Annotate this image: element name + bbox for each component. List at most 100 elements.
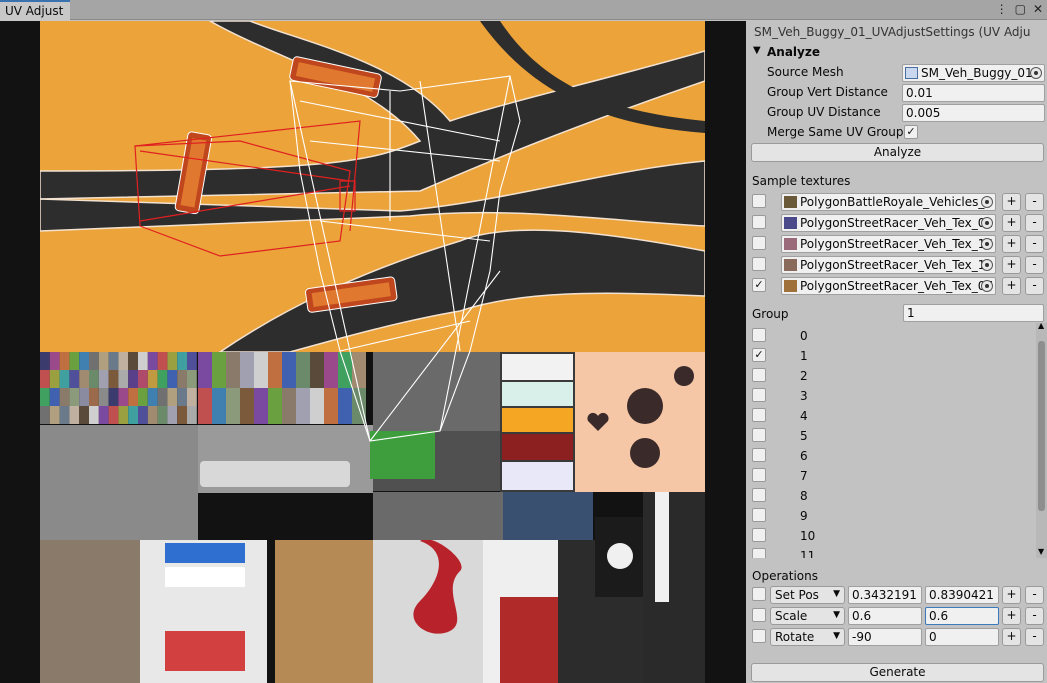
- add-texture-button[interactable]: +: [1002, 256, 1021, 274]
- sample-texture-name: PolygonStreetRacer_Veh_Tex_01: [800, 216, 994, 230]
- group-list-item[interactable]: 5: [748, 427, 1036, 447]
- sample-texture-checkbox[interactable]: [752, 257, 766, 271]
- operation-type-dropdown[interactable]: Scale ▼: [770, 607, 845, 625]
- operation-value-a-input[interactable]: -90: [848, 628, 922, 646]
- add-texture-button[interactable]: +: [1002, 235, 1021, 253]
- sample-texture-field[interactable]: PolygonStreetRacer_Veh_Tex_07: [781, 277, 996, 295]
- object-picker-icon[interactable]: [981, 238, 993, 250]
- group-checkbox[interactable]: [752, 548, 766, 558]
- group-vert-distance-input[interactable]: 0.01: [902, 84, 1045, 102]
- remove-operation-button[interactable]: -: [1025, 628, 1044, 646]
- group-list-scrollbar[interactable]: ▲ ▼: [1036, 321, 1047, 558]
- remove-texture-button[interactable]: -: [1025, 256, 1044, 274]
- group-list-item[interactable]: 11: [748, 547, 1036, 558]
- group-checkbox[interactable]: [752, 368, 766, 382]
- object-picker-icon[interactable]: [981, 196, 993, 208]
- group-list-item[interactable]: 0: [748, 327, 1036, 347]
- scrollbar-thumb[interactable]: [1038, 341, 1045, 511]
- object-picker-icon[interactable]: [1030, 67, 1042, 79]
- group-label: Group: [752, 307, 789, 321]
- add-texture-button[interactable]: +: [1002, 277, 1021, 295]
- group-checkbox[interactable]: [752, 528, 766, 542]
- operation-value-a-input[interactable]: 0.6: [848, 607, 922, 625]
- group-checkbox[interactable]: [752, 448, 766, 462]
- foldout-arrow-icon[interactable]: ▼: [753, 45, 761, 56]
- group-index-label: 11: [800, 549, 816, 558]
- object-picker-icon[interactable]: [981, 280, 993, 292]
- uv-viewport[interactable]: [0, 21, 746, 683]
- source-mesh-field[interactable]: SM_Veh_Buggy_01: [902, 64, 1045, 82]
- group-list-item[interactable]: 7: [748, 467, 1036, 487]
- sample-texture-field[interactable]: PolygonBattleRoyale_Vehicles_0: [781, 193, 996, 211]
- inspector-panel: SM_Veh_Buggy_01_UVAdjustSettings (UV Adj…: [748, 21, 1047, 683]
- remove-texture-button[interactable]: -: [1025, 235, 1044, 253]
- sample-texture-checkbox[interactable]: [752, 236, 766, 250]
- group-list-item[interactable]: 3: [748, 387, 1036, 407]
- group-list-item[interactable]: 2: [748, 367, 1036, 387]
- group-list-item[interactable]: 9: [748, 507, 1036, 527]
- operation-value-b-input[interactable]: 0.6: [925, 607, 999, 625]
- sample-texture-row: PolygonStreetRacer_Veh_Tex_16 + -: [748, 234, 1047, 254]
- group-list-item[interactable]: 6: [748, 447, 1036, 467]
- operation-enable-checkbox[interactable]: [752, 608, 766, 622]
- group-checkbox[interactable]: [752, 408, 766, 422]
- source-mesh-label: Source Mesh: [767, 65, 844, 79]
- group-checkbox[interactable]: [752, 328, 766, 342]
- scroll-up-icon[interactable]: ▲: [1038, 321, 1044, 330]
- sample-texture-checkbox[interactable]: [752, 215, 766, 229]
- operation-row: Rotate ▼ -90 0 + -: [748, 627, 1047, 647]
- group-list-item[interactable]: 10: [748, 527, 1036, 547]
- scroll-down-icon[interactable]: ▼: [1038, 547, 1044, 556]
- add-texture-button[interactable]: +: [1002, 193, 1021, 211]
- group-checkbox[interactable]: [752, 468, 766, 482]
- add-operation-button[interactable]: +: [1002, 607, 1021, 625]
- operation-type-dropdown[interactable]: Rotate ▼: [770, 628, 845, 646]
- operation-enable-checkbox[interactable]: [752, 629, 766, 643]
- sample-texture-row: PolygonStreetRacer_Veh_Tex_13 + -: [748, 255, 1047, 275]
- remove-texture-button[interactable]: -: [1025, 277, 1044, 295]
- chevron-down-icon: ▼: [833, 631, 840, 641]
- group-uv-distance-input[interactable]: 0.005: [902, 104, 1045, 122]
- sample-texture-field[interactable]: PolygonStreetRacer_Veh_Tex_16: [781, 235, 996, 253]
- operation-type-dropdown[interactable]: Set Pos ▼: [770, 586, 845, 604]
- operation-value-b-input[interactable]: 0.8390421: [925, 586, 999, 604]
- group-list-item[interactable]: ✓ 1: [748, 347, 1036, 367]
- sample-texture-checkbox[interactable]: [752, 194, 766, 208]
- sample-texture-field[interactable]: PolygonStreetRacer_Veh_Tex_13: [781, 256, 996, 274]
- merge-uv-groups-checkbox[interactable]: ✓: [904, 125, 918, 139]
- uv-texture-canvas[interactable]: [40, 21, 705, 683]
- group-checkbox[interactable]: [752, 428, 766, 442]
- close-icon[interactable]: ✕: [1033, 2, 1043, 16]
- chevron-down-icon: ▼: [833, 610, 840, 620]
- group-checkbox[interactable]: [752, 508, 766, 522]
- add-operation-button[interactable]: +: [1002, 628, 1021, 646]
- group-checkbox[interactable]: [752, 488, 766, 502]
- analyze-button[interactable]: Analyze: [751, 143, 1044, 162]
- tab-uv-adjust[interactable]: UV Adjust: [0, 0, 70, 21]
- sample-texture-name: PolygonStreetRacer_Veh_Tex_07: [800, 279, 994, 293]
- operation-value-a-input[interactable]: 0.3432191: [848, 586, 922, 604]
- group-checkbox[interactable]: ✓: [752, 348, 766, 362]
- operation-type-value: Scale: [775, 609, 808, 623]
- object-picker-icon[interactable]: [981, 217, 993, 229]
- group-list-item[interactable]: 4: [748, 407, 1036, 427]
- sample-texture-checkbox[interactable]: ✓: [752, 278, 766, 292]
- operation-value-b-input[interactable]: 0: [925, 628, 999, 646]
- sample-texture-field[interactable]: PolygonStreetRacer_Veh_Tex_01: [781, 214, 996, 232]
- group-checkbox[interactable]: [752, 388, 766, 402]
- analyze-section-title[interactable]: Analyze: [767, 45, 820, 59]
- add-texture-button[interactable]: +: [1002, 214, 1021, 232]
- object-picker-icon[interactable]: [981, 259, 993, 271]
- group-index-input[interactable]: 1: [903, 304, 1044, 322]
- add-operation-button[interactable]: +: [1002, 586, 1021, 604]
- remove-texture-button[interactable]: -: [1025, 214, 1044, 232]
- remove-texture-button[interactable]: -: [1025, 193, 1044, 211]
- kebab-icon[interactable]: ⋮: [996, 2, 1008, 16]
- operation-enable-checkbox[interactable]: [752, 587, 766, 601]
- group-list-item[interactable]: 8: [748, 487, 1036, 507]
- generate-button[interactable]: Generate: [751, 663, 1044, 682]
- remove-operation-button[interactable]: -: [1025, 607, 1044, 625]
- maximize-icon[interactable]: ▢: [1015, 2, 1026, 16]
- remove-operation-button[interactable]: -: [1025, 586, 1044, 604]
- source-mesh-value: SM_Veh_Buggy_01: [921, 66, 1033, 80]
